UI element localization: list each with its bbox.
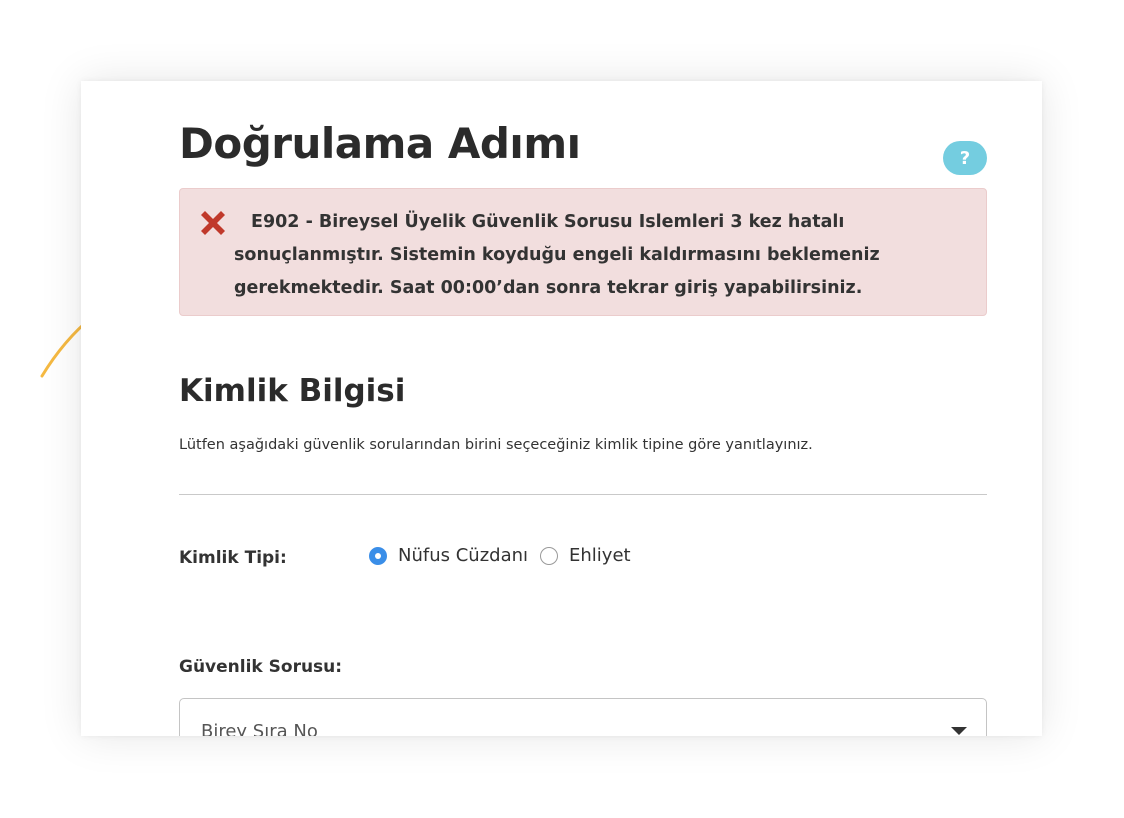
close-icon <box>201 211 225 235</box>
help-icon: ? <box>959 147 971 169</box>
error-message: E902 - Bireysel Üyelik Güvenlik Sorusu I… <box>234 212 880 298</box>
error-alert: E902 - Bireysel Üyelik Güvenlik Sorusu I… <box>179 188 987 316</box>
radio-unchecked-icon[interactable] <box>540 546 559 565</box>
page-stage: Doğrulama Adımı ? E902 - Bireysel Üyelik… <box>0 0 1124 818</box>
id-type-radio-group: Nüfus Cüzdanı Ehliyet <box>369 545 643 566</box>
divider <box>179 494 987 495</box>
caret-down-icon[interactable] <box>951 727 967 735</box>
radio-checked-icon[interactable] <box>369 546 387 565</box>
radio-option-ehliyet[interactable]: Ehliyet <box>540 545 631 566</box>
page-title: Doğrulama Adımı <box>179 119 581 168</box>
section-title: Kimlik Bilgisi <box>179 373 406 409</box>
radio-option-nufus-cuzdani[interactable]: Nüfus Cüzdanı <box>369 545 528 566</box>
radio-label[interactable]: Nüfus Cüzdanı <box>398 545 528 566</box>
security-question-label: Güvenlik Sorusu: <box>179 657 343 677</box>
verification-card: Doğrulama Adımı ? E902 - Bireysel Üyelik… <box>81 81 1042 736</box>
section-description: Lütfen aşağıdaki güvenlik sorularından b… <box>179 437 813 453</box>
help-button[interactable]: ? <box>943 141 987 175</box>
id-type-label: Kimlik Tipi: <box>179 548 287 568</box>
security-question-select[interactable]: Birey Sıra No <box>179 698 987 736</box>
security-question-value[interactable]: Birey Sıra No <box>201 721 318 736</box>
radio-label[interactable]: Ehliyet <box>569 545 631 566</box>
